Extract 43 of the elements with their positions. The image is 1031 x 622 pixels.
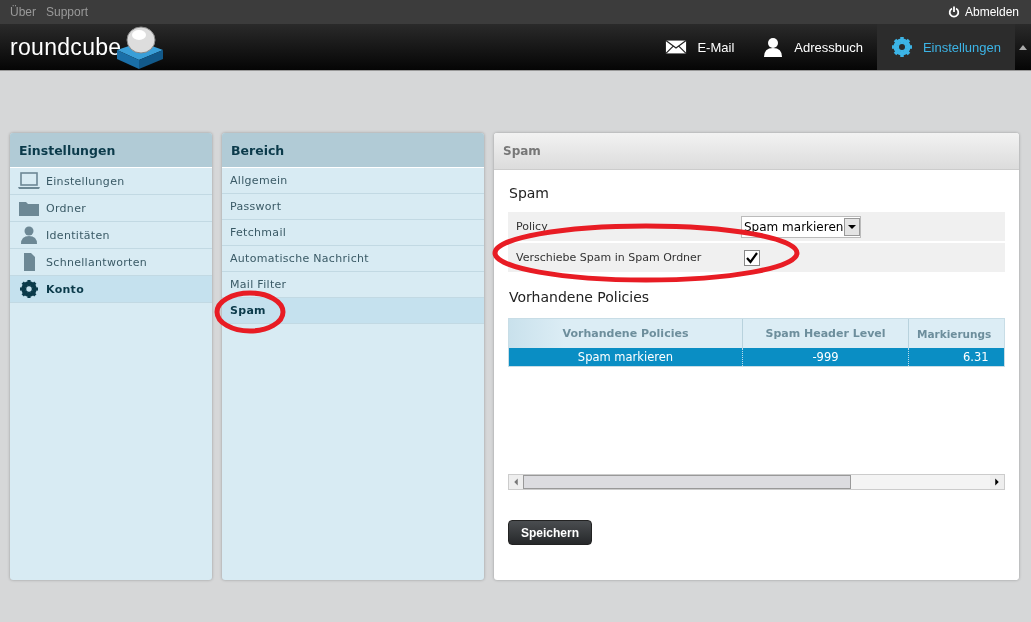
table-cell: -999 bbox=[743, 348, 909, 366]
section-title: Spam bbox=[508, 184, 550, 203]
person-icon bbox=[762, 37, 785, 57]
section-menu-item[interactable]: Allgemein bbox=[222, 168, 484, 194]
top-link[interactable]: Support bbox=[46, 5, 89, 19]
nav-tab[interactable]: Einstellungen bbox=[876, 24, 1015, 70]
envelope-icon bbox=[665, 37, 688, 57]
top-link[interactable]: Über bbox=[10, 5, 36, 19]
settings-icon bbox=[890, 37, 913, 57]
laptop-icon bbox=[18, 172, 40, 190]
nav-tab[interactable]: E-Mail bbox=[651, 24, 749, 70]
settings-menu-item[interactable]: Einstellungen bbox=[10, 168, 212, 195]
settings-menu-item[interactable]: Identitäten bbox=[10, 222, 212, 249]
section-title: Vorhandene Policies bbox=[508, 288, 651, 307]
nav-tab[interactable]: Adressbuch bbox=[748, 24, 877, 70]
settings-icon bbox=[18, 280, 40, 298]
panel-title: Bereich bbox=[222, 133, 484, 168]
table-cell: Spam markieren bbox=[509, 348, 743, 366]
section-menu-item[interactable]: Fetchmail bbox=[222, 220, 484, 246]
content-header: Spam bbox=[494, 133, 1019, 170]
table-cell: 6.31 bbox=[909, 348, 1004, 366]
settings-menu-item[interactable]: Konto bbox=[10, 276, 212, 303]
scroll-right-icon[interactable] bbox=[990, 475, 1004, 489]
person-icon bbox=[18, 226, 40, 244]
collapse-arrow-icon[interactable] bbox=[1019, 44, 1027, 50]
field-label: Verschiebe Spam in Spam Ordner bbox=[516, 251, 703, 264]
logout-link[interactable]: Abmelden bbox=[947, 5, 1019, 19]
scroll-left-icon[interactable] bbox=[509, 475, 523, 489]
field-label: Policy bbox=[516, 220, 549, 233]
checkbox[interactable] bbox=[744, 249, 760, 266]
section-menu-item[interactable]: Passwort bbox=[222, 194, 484, 220]
settings-menu-item[interactable]: Ordner bbox=[10, 195, 212, 222]
logo-text: roundcube bbox=[10, 33, 122, 61]
horizontal-scrollbar[interactable] bbox=[508, 474, 1005, 490]
folder-icon bbox=[18, 199, 40, 217]
table-row[interactable]: Spam markieren -999 6.31 bbox=[509, 348, 1004, 366]
save-button[interactable]: Speichern bbox=[508, 520, 592, 545]
power-icon bbox=[947, 6, 960, 18]
policy-select[interactable]: Spam markieren bbox=[741, 215, 862, 238]
section-menu-item[interactable]: Spam bbox=[222, 298, 484, 324]
annotation-ellipse bbox=[214, 290, 286, 334]
panel-title: Einstellungen bbox=[10, 133, 212, 168]
section-menu-item[interactable]: Automatische Nachricht bbox=[222, 246, 484, 272]
